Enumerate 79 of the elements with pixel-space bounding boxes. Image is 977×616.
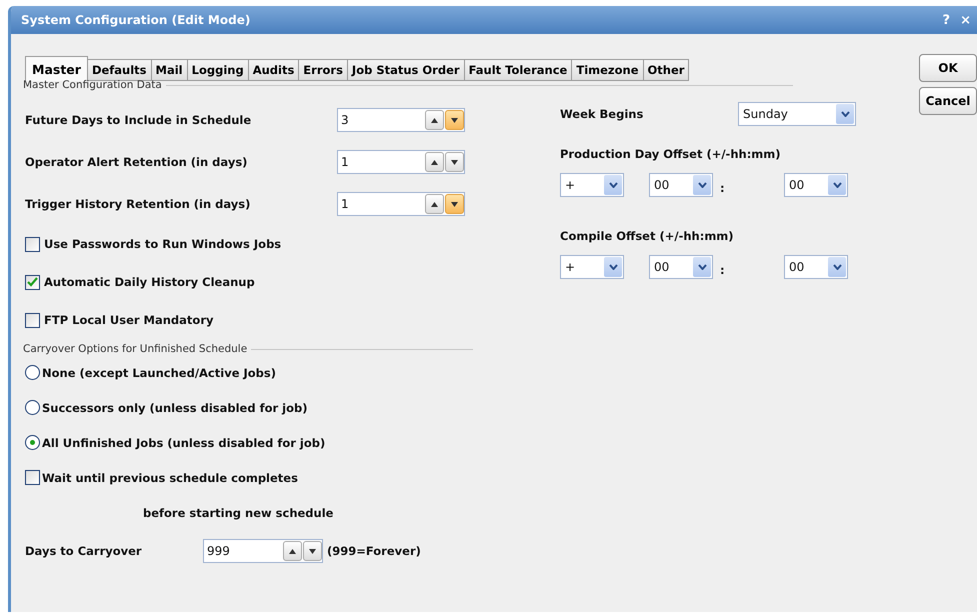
down-button[interactable] (303, 541, 322, 561)
section-title: Master Configuration Data (23, 79, 162, 91)
section-title: Carryover Options for Unfinished Schedule (23, 343, 248, 355)
tab[interactable]: Mail (152, 59, 188, 81)
field-label: Compile Offset (+/-hh:mm) (560, 229, 735, 243)
checkbox-label: before starting new schedule (143, 506, 334, 520)
chevron-down-icon (608, 264, 618, 270)
up-arrow-icon (431, 202, 438, 206)
chevron-down-icon (840, 111, 850, 117)
checkbox-label: Automatic Daily History Cleanup (44, 275, 255, 289)
down-button[interactable] (445, 110, 464, 130)
tab[interactable]: Fault Tolerance (464, 59, 572, 81)
dialog-button[interactable]: OK (919, 54, 977, 82)
chevron-down-icon (608, 182, 618, 188)
field-label: Trigger History Retention (in days) (25, 197, 252, 211)
up-arrow-icon (431, 118, 438, 122)
window-title: System Configuration (Edit Mode) (21, 13, 250, 27)
up-button[interactable] (425, 110, 444, 130)
chevron-down-icon (698, 182, 706, 188)
tab[interactable]: Job Status Order (348, 59, 465, 81)
check-icon (27, 277, 38, 287)
number-spinner[interactable]: 1 (337, 150, 465, 174)
field-label: Operator Alert Retention (in days) (25, 155, 248, 169)
down-button[interactable] (445, 194, 464, 214)
checkbox-label: Use Passwords to Run Windows Jobs (44, 237, 282, 251)
radio-button[interactable] (25, 365, 40, 380)
checkbox-label: Wait until previous schedule completes (42, 470, 298, 484)
checkbox[interactable] (25, 274, 40, 290)
separator-text: : (720, 262, 726, 277)
minutes-dropdown[interactable]: 00 (784, 173, 848, 197)
tab[interactable]: Errors (299, 59, 348, 81)
tab[interactable]: Master (25, 56, 88, 81)
number-spinner[interactable]: 3 (337, 108, 465, 132)
radio-button[interactable] (25, 400, 40, 415)
checkbox-label: FTP Local User Mandatory (44, 313, 214, 327)
tab[interactable]: Defaults (88, 59, 152, 81)
hint-text: (999=Forever) (327, 544, 421, 558)
number-field[interactable]: 999 (204, 541, 282, 561)
week-dropdown[interactable]: Sunday (738, 102, 856, 126)
tab[interactable]: Logging (188, 59, 249, 81)
down-arrow-icon (451, 118, 458, 122)
chevron-down-icon (832, 264, 842, 270)
tab[interactable]: Other (644, 59, 690, 81)
number-field[interactable]: 3 (338, 110, 424, 130)
sign-dropdown[interactable]: + (560, 255, 624, 279)
hours-dropdown[interactable]: 00 (649, 255, 713, 279)
checkbox[interactable] (25, 470, 40, 485)
number-spinner[interactable]: 999 (203, 539, 323, 563)
down-arrow-icon (451, 160, 458, 164)
tab[interactable]: Audits (248, 59, 300, 81)
hours-dropdown[interactable]: 00 (649, 173, 713, 197)
chevron-down-icon (698, 264, 706, 270)
sign-dropdown[interactable]: + (560, 173, 624, 197)
separator-text: : (720, 180, 726, 195)
tab[interactable]: Timezone (572, 59, 644, 81)
up-button[interactable] (283, 541, 302, 561)
field-label: Future Days to Include in Schedule (25, 113, 252, 127)
field-label: Production Day Offset (+/-hh:mm) (560, 147, 782, 161)
radio-label: None (except Launched/Active Jobs) (42, 366, 276, 380)
down-arrow-icon (309, 548, 316, 554)
radio-label: All Unfinished Jobs (unless disabled for job) (42, 436, 326, 450)
down-arrow-icon (451, 202, 458, 206)
up-arrow-icon (289, 548, 296, 554)
dialog-button[interactable]: Cancel (919, 87, 977, 115)
checkbox[interactable] (25, 312, 40, 328)
minutes-dropdown[interactable]: 00 (784, 255, 848, 279)
up-arrow-icon (431, 160, 438, 164)
down-button[interactable] (445, 152, 464, 172)
up-button[interactable] (425, 152, 444, 172)
field-label: Week Begins (560, 107, 644, 121)
number-spinner[interactable]: 1 (337, 192, 465, 216)
number-field[interactable]: 1 (338, 152, 424, 172)
up-button[interactable] (425, 194, 444, 214)
radio-button[interactable] (25, 435, 40, 450)
radio-label: Successors only (unless disabled for job) (42, 400, 308, 414)
number-field[interactable]: 1 (338, 194, 424, 214)
field-label: Days to Carryover (25, 544, 143, 558)
checkbox[interactable] (25, 236, 40, 252)
chevron-down-icon (832, 182, 842, 188)
